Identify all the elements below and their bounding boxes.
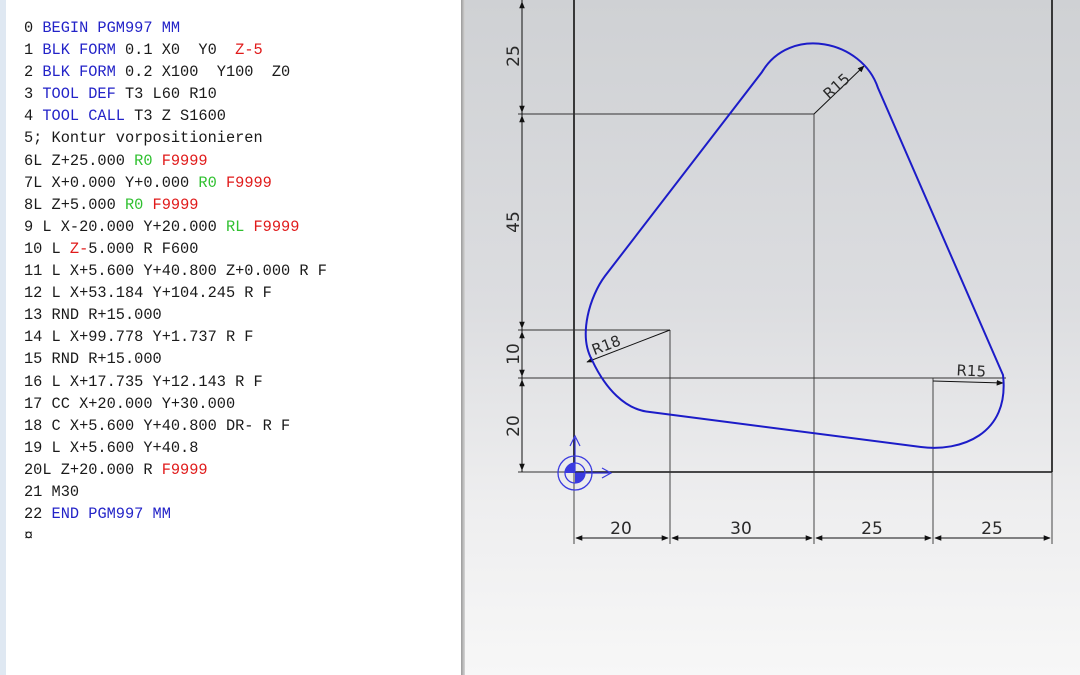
code-line[interactable]: 2 BLK FORM 0.2 X100 Y100 Z0: [24, 61, 327, 83]
code-token: T3 L60 R10: [115, 85, 217, 104]
code-token: 21 M30: [24, 482, 80, 501]
radius-leader-right: [932, 380, 1004, 386]
code-token: 0: [24, 19, 43, 37]
code-token: Z-: [69, 239, 89, 258]
code-token: 5.000 R F600: [88, 239, 199, 258]
code-token: 22: [24, 505, 52, 524]
dim-text-30-x: 30: [730, 519, 752, 539]
code-token: F9999: [161, 460, 208, 479]
code-line[interactable]: 3 TOOL DEF T3 L60 R10: [24, 83, 327, 105]
code-line[interactable]: 18 C X+5.600 Y+40.800 DR- R F: [24, 415, 327, 437]
code-token: 6L Z+25.000: [24, 151, 135, 170]
code-token: F9999: [161, 151, 208, 170]
contour-drawing: 25 45 10 20 20 30 25 25 R15 R18 R15: [504, 0, 1053, 544]
dim-text-45: 45: [504, 211, 524, 233]
code-token: 12 L X+53.184 Y+104.245 R F: [24, 284, 272, 303]
code-token: END PGM997 MM: [51, 505, 171, 524]
code-line[interactable]: 4 TOOL CALL T3 Z S1600: [24, 105, 327, 127]
code-line[interactable]: 13 RND R+15.000: [24, 304, 327, 326]
code-line[interactable]: 0 BEGIN PGM997 MM: [24, 17, 327, 39]
code-line[interactable]: 6L Z+25.000 R0 F9999: [24, 150, 327, 172]
code-token: 0.2 X100 Y100 Z0: [115, 63, 291, 82]
code-token: 9 L X-20.000 Y+20.000: [24, 217, 226, 236]
code-line[interactable]: 9 L X-20.000 Y+20.000 RL F9999: [24, 216, 327, 238]
code-token: 11 L X+5.600 Y+40.800 Z+0.000 R F: [24, 262, 327, 281]
code-line[interactable]: 22 END PGM997 MM: [24, 503, 327, 525]
code-token: 18 C X+5.600 Y+40.800 DR- R F: [24, 416, 291, 435]
code-line[interactable]: 16 L X+17.735 Y+12.143 R F: [24, 371, 327, 393]
code-token: RL: [225, 217, 245, 236]
code-line[interactable]: 5; Kontur vorpositionieren: [24, 127, 327, 149]
tool-path-contour: [584, 42, 1005, 449]
code-line[interactable]: 17 CC X+20.000 Y+30.000: [24, 393, 327, 415]
code-line[interactable]: 11 L X+5.600 Y+40.800 Z+0.000 R F: [24, 260, 327, 282]
code-token: R0: [134, 151, 153, 170]
code-line[interactable]: 1 BLK FORM 0.1 X0 Y0 Z-5: [24, 39, 327, 61]
radius-label-left: R18: [589, 332, 623, 359]
code-token: 5; Kontur vorpositionieren: [24, 129, 263, 148]
code-token: BLK FORM: [42, 63, 116, 82]
code-token: 16 L X+17.735 Y+12.143 R F: [24, 372, 263, 391]
code-token: 2: [24, 63, 43, 82]
code-token: BEGIN PGM997 MM: [42, 19, 181, 37]
code-line[interactable]: 8L Z+5.000 R0 F9999: [24, 194, 327, 216]
code-line[interactable]: 7L X+0.000 Y+0.000 R0 F9999: [24, 172, 327, 194]
code-token: 15 RND R+15.000: [24, 350, 162, 369]
code-line[interactable]: 20L Z+20.000 R F9999: [24, 459, 327, 481]
dim-text-25-x: 25: [861, 519, 883, 539]
code-token: F9999: [253, 217, 300, 236]
code-token: 17 CC X+20.000 Y+30.000: [24, 394, 236, 413]
datum-origin-icon: [557, 434, 613, 491]
code-token: T3 Z S1600: [124, 107, 226, 126]
dim-text-25-x2: 25: [981, 519, 1003, 539]
code-line[interactable]: ¤: [24, 525, 327, 547]
dim-text-25: 25: [504, 45, 524, 67]
code-token: 7L X+0.000 Y+0.000: [24, 173, 199, 192]
radius-label-right: R15: [956, 361, 986, 381]
nc-code-lines[interactable]: 0 BEGIN PGM997 MM 1 BLK FORM 0.1 X0 Y0 Z-…: [24, 17, 327, 547]
dim-text-20-x: 20: [610, 519, 632, 539]
code-token: F9999: [225, 173, 272, 192]
extension-lines: [518, 113, 1053, 544]
code-token: 14 L X+99.778 Y+1.737 R F: [24, 328, 254, 347]
code-line[interactable]: 12 L X+53.184 Y+104.245 R F: [24, 282, 327, 304]
dim-text-10: 10: [504, 343, 524, 365]
code-token: 1: [24, 41, 43, 60]
code-line[interactable]: 14 L X+99.778 Y+1.737 R F: [24, 326, 327, 348]
code-line[interactable]: 10 L Z-5.000 R F600: [24, 238, 327, 260]
code-token: F9999: [152, 195, 199, 214]
code-token: 10 L: [24, 239, 70, 258]
code-token: 0.1 X0 Y0: [115, 41, 236, 60]
code-token: 8L Z+5.000: [24, 195, 125, 214]
code-token: 19 L X+5.600 Y+40.8: [24, 438, 199, 457]
code-token: 13 RND R+15.000: [24, 306, 162, 325]
code-line[interactable]: 19 L X+5.600 Y+40.8: [24, 437, 327, 459]
code-token: ¤: [24, 527, 34, 546]
code-token: 3: [24, 85, 43, 104]
code-token: 20L Z+20.000 R: [24, 460, 162, 479]
code-token: R0: [124, 195, 144, 214]
code-line[interactable]: 21 M30: [24, 481, 327, 503]
dim-text-20: 20: [504, 415, 524, 437]
code-token: BLK FORM: [42, 41, 116, 60]
code-token: 4: [24, 107, 43, 126]
code-token: TOOL DEF: [42, 85, 116, 104]
code-token: R0: [198, 173, 217, 192]
code-token: TOOL CALL: [42, 107, 125, 126]
radius-label-top: R15: [820, 70, 854, 103]
code-line[interactable]: 15 RND R+15.000: [24, 348, 327, 370]
code-token: Z-5: [235, 41, 263, 60]
graphic-view[interactable]: 25 45 10 20 20 30 25 25 R15 R18 R15: [465, 0, 1080, 675]
nc-program-editor[interactable]: 0 BEGIN PGM997 MM 1 BLK FORM 0.1 X0 Y0 Z-…: [6, 0, 461, 675]
